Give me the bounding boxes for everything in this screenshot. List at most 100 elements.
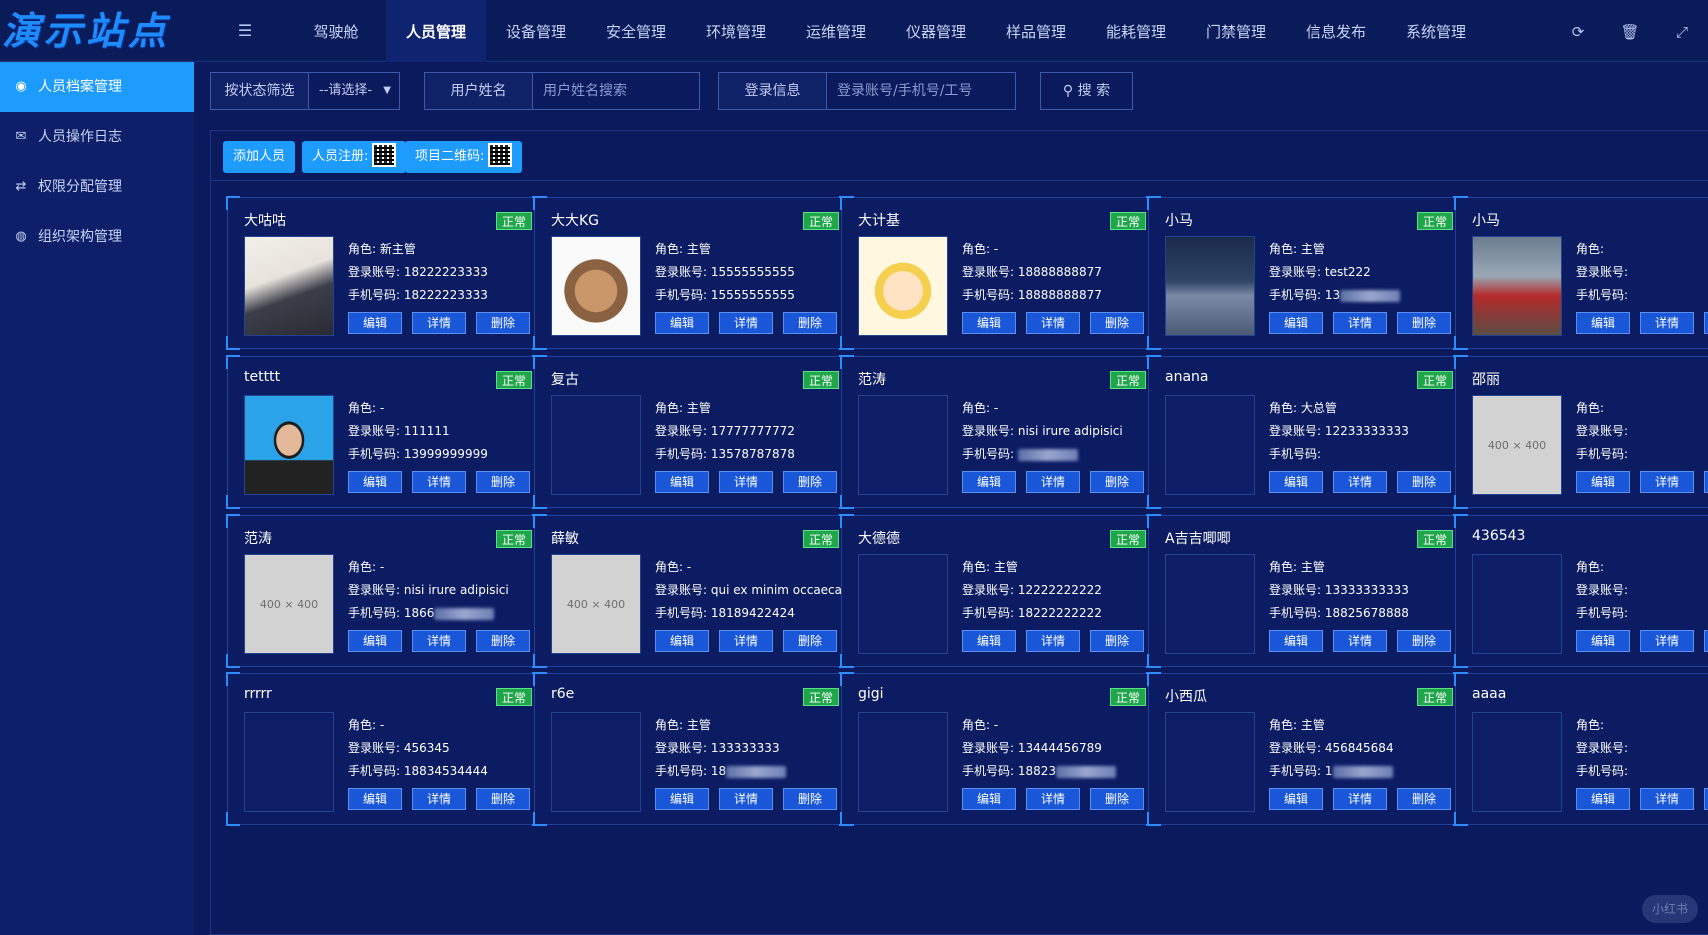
edit-button[interactable]: 编辑	[348, 788, 402, 810]
card-corner	[533, 355, 547, 369]
detail-button[interactable]: 详情	[1333, 788, 1387, 810]
detail-button[interactable]: 详情	[719, 788, 773, 810]
edit-button[interactable]: 编辑	[348, 312, 402, 334]
edit-button[interactable]: 编辑	[962, 788, 1016, 810]
delete-button[interactable]: 删除	[783, 312, 837, 334]
search-button[interactable]: ⚲ 搜 索	[1040, 72, 1133, 110]
edit-button[interactable]: 编辑	[348, 471, 402, 493]
edit-button[interactable]: 编辑	[1269, 312, 1323, 334]
detail-button[interactable]: 详情	[719, 630, 773, 652]
nav-item[interactable]: 安全管理	[586, 0, 686, 62]
edit-button[interactable]: 编辑	[962, 630, 1016, 652]
detail-button[interactable]: 详情	[1640, 630, 1694, 652]
detail-button[interactable]: 详情	[1026, 312, 1080, 334]
edit-button[interactable]: 编辑	[655, 312, 709, 334]
nav-item[interactable]: 系统管理	[1386, 0, 1486, 62]
detail-button[interactable]: 详情	[1640, 788, 1694, 810]
edit-button[interactable]: 编辑	[655, 471, 709, 493]
delete-button[interactable]: 删除	[1397, 312, 1451, 334]
sidebar-item[interactable]: ✉ 人员操作日志	[0, 112, 194, 162]
edit-button[interactable]: 编辑	[1269, 788, 1323, 810]
detail-button[interactable]: 详情	[412, 630, 466, 652]
edit-button[interactable]: 编辑	[1576, 312, 1630, 334]
nav-item[interactable]: 能耗管理	[1086, 0, 1186, 62]
register-qr-button[interactable]: 人员注册:	[302, 141, 407, 173]
delete-button[interactable]: 删除	[783, 471, 837, 493]
role-label: 角色:	[655, 401, 687, 415]
delete-button[interactable]: 删除	[1397, 471, 1451, 493]
person-info: 角色: 主管 登录账号: 15555555555 手机号码: 15555555555	[655, 238, 795, 307]
menu-toggle-icon[interactable]: ☰	[234, 20, 256, 42]
detail-button[interactable]: 详情	[1640, 312, 1694, 334]
account-line: 登录账号: 456345	[348, 737, 488, 760]
delete-button[interactable]: 删除	[1090, 312, 1144, 334]
detail-button[interactable]: 详情	[719, 471, 773, 493]
sidebar-item[interactable]: ⇄ 权限分配管理	[0, 162, 194, 212]
edit-button[interactable]: 编辑	[1576, 630, 1630, 652]
detail-button[interactable]: 详情	[412, 471, 466, 493]
edit-button[interactable]: 编辑	[1269, 471, 1323, 493]
delete-button[interactable]: 删除	[1090, 471, 1144, 493]
delete-button[interactable]: 删除	[783, 788, 837, 810]
detail-button[interactable]: 详情	[1026, 788, 1080, 810]
name-search-input[interactable]: 用户姓名搜索	[533, 73, 699, 109]
role-label: 角色:	[348, 401, 380, 415]
delete-button[interactable]: 删除	[1397, 788, 1451, 810]
delete-button[interactable]: 删除	[1704, 788, 1708, 810]
phone-label: 手机号码:	[1576, 764, 1629, 778]
delete-button[interactable]: 删除	[476, 788, 530, 810]
detail-button[interactable]: 详情	[412, 788, 466, 810]
refresh-icon[interactable]: ⟳	[1552, 0, 1604, 62]
detail-button[interactable]: 详情	[1026, 630, 1080, 652]
delete-button[interactable]: 删除	[1090, 788, 1144, 810]
role-label: 角色:	[1269, 560, 1301, 574]
nav-item[interactable]: 门禁管理	[1186, 0, 1286, 62]
detail-button[interactable]: 详情	[412, 312, 466, 334]
sidebar-item[interactable]: ◍ 组织架构管理	[0, 212, 194, 262]
nav-item[interactable]: 运维管理	[786, 0, 886, 62]
nav-item[interactable]: 环境管理	[686, 0, 786, 62]
delete-button[interactable]: 删除	[476, 312, 530, 334]
delete-button[interactable]: 删除	[476, 630, 530, 652]
edit-button[interactable]: 编辑	[1576, 788, 1630, 810]
edit-button[interactable]: 编辑	[655, 788, 709, 810]
role-label: 角色:	[962, 401, 994, 415]
nav-item[interactable]: 样品管理	[986, 0, 1086, 62]
edit-button[interactable]: 编辑	[962, 471, 1016, 493]
delete-button[interactable]: 删除	[1704, 471, 1708, 493]
status-select[interactable]: --请选择- ▼	[309, 73, 399, 109]
nav-item[interactable]: 仪器管理	[886, 0, 986, 62]
delete-button[interactable]: 删除	[1704, 630, 1708, 652]
phone-line: 手机号码: 18222222222	[962, 602, 1102, 625]
edit-button[interactable]: 编辑	[655, 630, 709, 652]
edit-button[interactable]: 编辑	[962, 312, 1016, 334]
detail-button[interactable]: 详情	[1640, 471, 1694, 493]
edit-button[interactable]: 编辑	[348, 630, 402, 652]
avatar: 400 × 400	[551, 554, 641, 654]
delete-button[interactable]: 删除	[476, 471, 530, 493]
login-search-input[interactable]: 登录账号/手机号/工号	[827, 73, 1015, 109]
nav-item[interactable]: 设备管理	[486, 0, 586, 62]
delete-button[interactable]: 删除	[1704, 312, 1708, 334]
edit-button[interactable]: 编辑	[1269, 630, 1323, 652]
add-person-button[interactable]: 添加人员	[223, 141, 296, 173]
nav-item[interactable]: 驾驶舱	[286, 0, 386, 62]
nav-item[interactable]: 人员管理	[386, 0, 486, 62]
phone-line: 手机号码: 15555555555	[655, 284, 795, 307]
edit-button[interactable]: 编辑	[1576, 471, 1630, 493]
delete-button[interactable]: 删除	[783, 630, 837, 652]
detail-button[interactable]: 详情	[1333, 630, 1387, 652]
delete-button[interactable]: 删除	[1090, 630, 1144, 652]
nav-item[interactable]: 信息发布	[1286, 0, 1386, 62]
delete-button[interactable]: 删除	[1397, 630, 1451, 652]
trash-icon[interactable]: 🗑	[1604, 0, 1656, 62]
detail-button[interactable]: 详情	[1026, 471, 1080, 493]
person-name: aaaa	[1472, 686, 1507, 702]
detail-button[interactable]: 详情	[719, 312, 773, 334]
project-qr-button[interactable]: 项目二维码:	[405, 141, 523, 173]
fullscreen-icon[interactable]: ⤢	[1656, 0, 1708, 62]
detail-button[interactable]: 详情	[1333, 312, 1387, 334]
detail-button[interactable]: 详情	[1333, 471, 1387, 493]
person-info: 角色: 新主管 登录账号: 18222223333 手机号码: 1822222333…	[348, 238, 488, 307]
sidebar-item[interactable]: ◉ 人员档案管理	[0, 62, 194, 112]
